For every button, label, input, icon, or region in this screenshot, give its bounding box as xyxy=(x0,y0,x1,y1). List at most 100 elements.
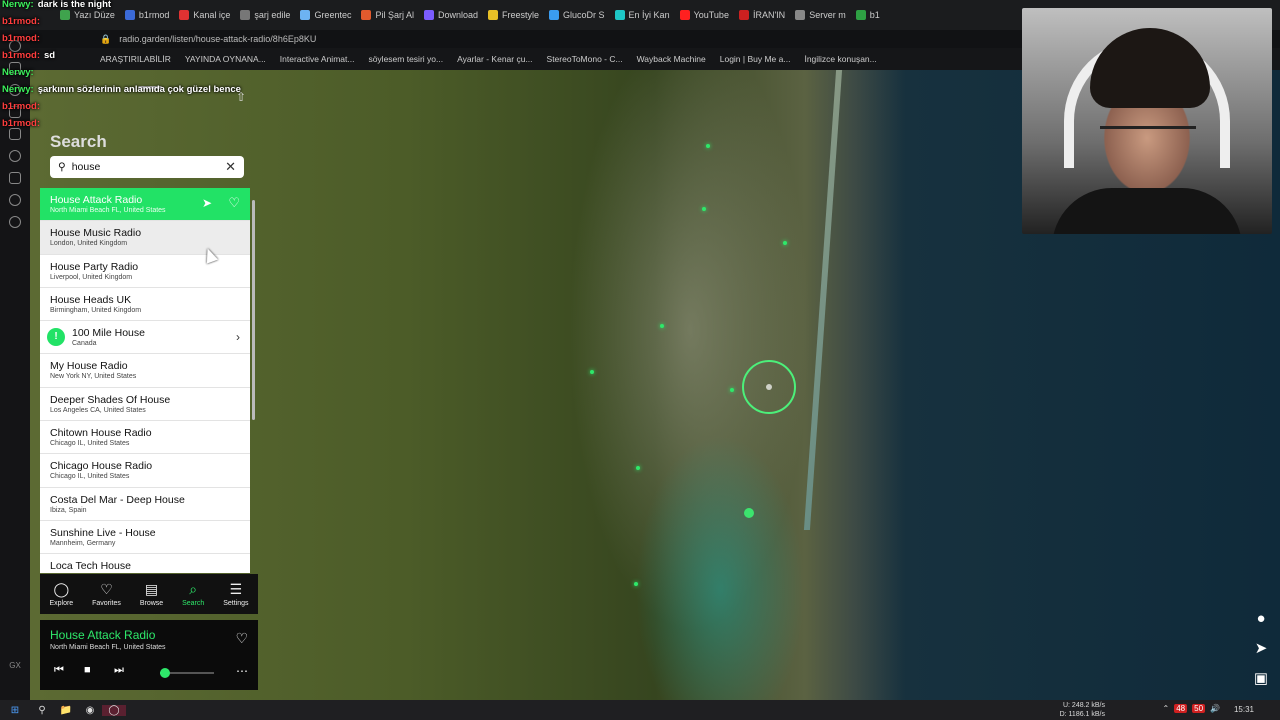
result-station-location: Birmingham, United Kingdom xyxy=(50,306,142,314)
tab-search[interactable]: ⌕ Search xyxy=(182,581,204,607)
history-icon[interactable] xyxy=(9,150,21,162)
network-speed: U: 248.2 kB/s D: 1186.1 kB/s xyxy=(1060,701,1105,719)
station-dot[interactable] xyxy=(590,370,594,374)
result-item[interactable]: House Attack Radio North Miami Beach FL, … xyxy=(40,188,250,222)
browser-tab[interactable]: Server m xyxy=(795,10,846,20)
result-item[interactable]: My House Radio New York NY, United States xyxy=(40,354,250,388)
clock[interactable]: 15:31 xyxy=(1234,705,1254,714)
tray-badge[interactable]: 48 xyxy=(1174,704,1188,713)
chrome-icon[interactable]: ◉ xyxy=(78,705,102,716)
search-field[interactable]: ⚲ ✕ xyxy=(50,156,244,178)
volume-knob[interactable] xyxy=(160,668,171,678)
result-station-name: Chicago House Radio xyxy=(50,460,153,473)
tab-label: Freestyle xyxy=(502,10,540,20)
station-cluster-dot[interactable] xyxy=(744,508,754,518)
bookmark-item[interactable]: Wayback Machine xyxy=(637,54,706,64)
tab-label: b1 xyxy=(869,10,880,20)
tab-browse[interactable]: ▤ Browse xyxy=(140,581,163,607)
favorite-heart-icon[interactable]: ♡ xyxy=(228,195,240,211)
tab-favorites[interactable]: ♡ Favorites xyxy=(92,581,121,607)
search-icon: ⚲ xyxy=(58,161,66,173)
place-marker-icon: ! xyxy=(47,328,65,347)
extensions-icon[interactable] xyxy=(9,194,21,206)
bookmark-item[interactable]: Interactive Animat... xyxy=(280,54,355,64)
result-item[interactable]: Chicago House Radio Chicago IL, United St… xyxy=(40,454,250,488)
chevron-right-icon[interactable]: › xyxy=(236,330,240,344)
browser-tab[interactable]: YouTube xyxy=(679,10,729,20)
result-item[interactable]: House Heads UK Birmingham, United Kingdom xyxy=(40,288,250,322)
chat-username: Nerwy: xyxy=(2,67,34,78)
clear-search-icon[interactable]: ✕ xyxy=(225,159,236,175)
result-item[interactable]: Chitown House Radio Chicago IL, United St… xyxy=(40,421,250,455)
browser-tab[interactable]: İRAN'IN xyxy=(738,10,785,20)
browser-tab[interactable]: Pil Şarj Al xyxy=(361,10,414,20)
search-input[interactable] xyxy=(71,161,220,173)
selected-station-ring[interactable] xyxy=(742,360,796,414)
next-icon[interactable]: ⏭ xyxy=(114,664,124,677)
webcam-feed xyxy=(1022,8,1272,234)
previous-icon[interactable]: ⏮ xyxy=(54,664,64,677)
file-explorer-icon[interactable]: 📁 xyxy=(54,705,78,716)
result-item[interactable]: Deeper Shades Of House Los Angeles CA, Un… xyxy=(40,388,250,422)
results-scrollbar[interactable] xyxy=(252,190,256,570)
windows-start-icon[interactable]: ⊞ xyxy=(0,705,30,716)
player-station-name[interactable]: House Attack Radio xyxy=(50,628,155,642)
result-item[interactable]: House Music Radio London, United Kingdom xyxy=(40,221,250,255)
result-station-name: House Heads UK xyxy=(50,293,132,306)
result-item[interactable]: Sunshine Live - House Mannheim, Germany xyxy=(40,521,250,555)
navigate-icon[interactable]: ➤ xyxy=(1252,640,1270,658)
bookmark-item[interactable]: Login | Buy Me a... xyxy=(720,54,791,64)
stop-icon[interactable]: ■ xyxy=(84,664,91,676)
search-icon[interactable]: ⚲ xyxy=(30,705,54,716)
result-item[interactable]: Costa Del Mar - Deep House Ibiza, Spain xyxy=(40,488,250,521)
browser-tab[interactable]: şarj edile xyxy=(240,10,290,20)
tray-badge[interactable]: 50 xyxy=(1192,704,1206,713)
result-item[interactable]: Loca Tech House xyxy=(40,554,250,573)
location-pin-icon[interactable]: ● xyxy=(1252,610,1270,628)
station-dot[interactable] xyxy=(660,324,664,328)
volume-slider[interactable] xyxy=(160,668,214,678)
tab-favicon-icon xyxy=(855,10,866,20)
bookmark-item[interactable]: İngilizce konuşan... xyxy=(804,54,876,64)
station-dot[interactable] xyxy=(706,144,710,148)
settings-icon[interactable] xyxy=(9,216,21,228)
volume-icon[interactable]: 🔊 xyxy=(1210,704,1220,713)
browser-tab[interactable]: GlucoDr S xyxy=(549,10,605,20)
tab-label: Pil Şarj Al xyxy=(375,10,414,20)
tab-favicon-icon xyxy=(240,10,251,20)
tab-explore[interactable]: ◯ Explore xyxy=(49,580,73,607)
coastline xyxy=(803,70,843,530)
download-icon[interactable] xyxy=(9,172,21,184)
browser-tab[interactable]: En İyi Kan xyxy=(614,10,670,20)
browser-tab[interactable]: Greentec xyxy=(300,10,351,20)
browser-tab[interactable]: Freestyle xyxy=(488,10,539,20)
navigate-icon[interactable]: ➤ xyxy=(202,196,212,210)
bookmark-item[interactable]: StereoToMono - C... xyxy=(547,54,623,64)
favorite-heart-icon[interactable]: ♡ xyxy=(235,630,248,647)
windows-taskbar: ⊞ ⚲ 📁 ◉ ◯ U: 248.2 kB/s D: 1186.1 kB/s ⌃… xyxy=(0,700,1280,720)
bookmark-item[interactable]: söylesem tesiri yo... xyxy=(368,54,443,64)
tray-up-icon[interactable]: ⌃ xyxy=(1163,704,1170,713)
browser-tab[interactable]: b1 xyxy=(855,10,880,20)
tab-settings[interactable]: ☰ Settings xyxy=(223,581,248,607)
lock-icon[interactable]: ▣ xyxy=(1252,670,1270,688)
opera-gx-icon[interactable]: ◯ xyxy=(102,704,126,716)
explore-icon: ◯ xyxy=(53,580,70,597)
bookmark-item[interactable]: Ayarlar - Kenar çu... xyxy=(457,54,532,64)
station-dot[interactable] xyxy=(636,466,640,470)
result-item[interactable]: House Party Radio Liverpool, United Kingd… xyxy=(40,255,250,288)
station-dot[interactable] xyxy=(730,388,734,392)
search-results-list: House Attack Radio North Miami Beach FL, … xyxy=(40,188,250,573)
more-options-icon[interactable]: ⋯ xyxy=(236,664,248,678)
station-dot[interactable] xyxy=(634,582,638,586)
result-item[interactable]: ! › 100 Mile House Canada xyxy=(40,321,250,355)
radio-garden-panel: ⇧ Search ⚲ ✕ House Attack RadioNorth Mia… xyxy=(40,78,258,690)
station-dot[interactable] xyxy=(702,207,706,211)
browser-tab[interactable]: Download xyxy=(423,10,478,20)
result-station-location: Ibiza, Spain xyxy=(50,506,87,514)
scrollbar-thumb[interactable] xyxy=(252,200,255,420)
result-station-name: My House Radio xyxy=(50,360,128,373)
station-dot[interactable] xyxy=(783,241,787,245)
chat-message: b1rmod: xyxy=(2,98,241,115)
tab-favicon-icon xyxy=(738,10,749,20)
